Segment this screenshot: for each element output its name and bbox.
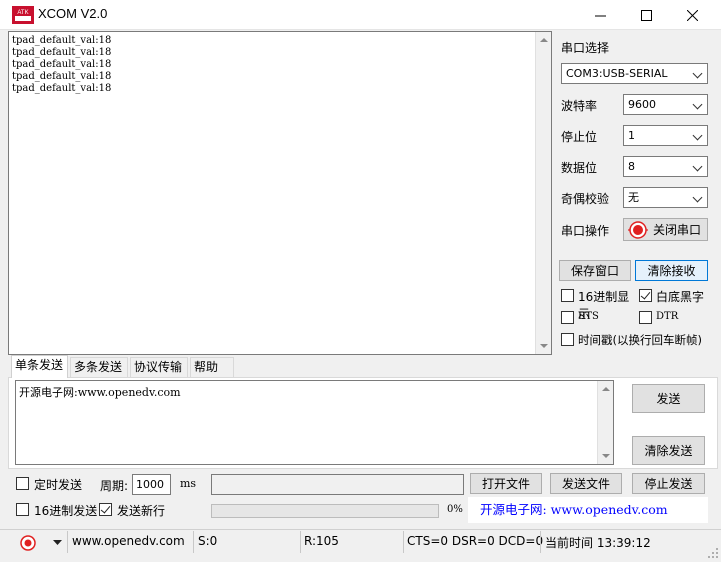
send-file-button[interactable]: 发送文件	[550, 473, 622, 494]
app-logo-icon: ATK	[12, 6, 34, 24]
tab-help[interactable]: 帮助	[190, 357, 234, 377]
period-unit: ms	[180, 477, 197, 490]
close-window-button[interactable]	[669, 0, 715, 30]
data-bits-value: 8	[628, 160, 635, 173]
resize-grip-icon[interactable]	[708, 548, 719, 559]
progress-text: 0%	[447, 504, 463, 515]
tab-protocol[interactable]: 协议传输	[130, 357, 188, 377]
timed-send-label: 定时发送	[34, 478, 83, 492]
timed-send-checkbox[interactable]: 定时发送	[16, 476, 88, 492]
scroll-up-icon[interactable]	[602, 387, 610, 391]
period-input[interactable]: 1000	[132, 474, 171, 495]
tab-single-send[interactable]: 单条发送	[11, 355, 68, 378]
send-button[interactable]: 发送	[632, 384, 705, 413]
scroll-down-icon[interactable]	[602, 454, 610, 458]
baud-select-value: 9600	[628, 98, 656, 111]
stop-bits-label: 停止位	[561, 130, 598, 144]
send-text: 开源电子网:www.openedv.com	[19, 386, 181, 399]
stop-bits-select[interactable]: 1	[623, 125, 708, 146]
port-select[interactable]: COM3:USB-SERIAL	[561, 63, 708, 84]
send-input[interactable]: 开源电子网:www.openedv.com	[15, 380, 614, 465]
parity-value: 无	[628, 191, 639, 204]
close-icon	[686, 9, 698, 21]
checkbox-box[interactable]	[561, 289, 574, 302]
checkbox-box[interactable]	[639, 311, 652, 324]
svg-text:ATK: ATK	[17, 10, 28, 16]
port-select-value: COM3:USB-SERIAL	[566, 67, 668, 80]
record-icon	[628, 220, 648, 239]
file-path-field[interactable]	[211, 474, 464, 495]
close-port-label: 关闭串口	[653, 223, 702, 237]
dtr-checkbox[interactable]: DTR	[639, 310, 699, 326]
status-url-link[interactable]: www.openedv.com	[72, 534, 185, 548]
checkbox-box-checked[interactable]	[639, 289, 652, 302]
status-separator	[193, 531, 194, 553]
tab-multi-send[interactable]: 多条发送	[70, 357, 128, 377]
clear-send-button[interactable]: 清除发送	[632, 436, 705, 465]
settings-icon[interactable]	[18, 533, 38, 553]
white-bg-label: 白底黑字	[656, 290, 705, 304]
minimize-button[interactable]	[577, 0, 623, 30]
checkbox-box[interactable]	[16, 477, 29, 490]
status-time: 当前时间 13:39:12	[545, 536, 651, 550]
chevron-down-icon	[692, 68, 703, 79]
send-newline-label: 发送新行	[117, 504, 166, 518]
checkbox-box[interactable]	[561, 311, 574, 324]
white-bg-checkbox[interactable]: 白底黑字	[639, 288, 711, 304]
chevron-down-icon	[692, 161, 703, 172]
scroll-down-icon[interactable]	[540, 344, 548, 348]
status-separator	[67, 531, 68, 553]
rts-label: RTS	[578, 311, 599, 322]
receive-scrollbar[interactable]	[535, 32, 551, 354]
hex-send-checkbox[interactable]: 16进制发送	[16, 502, 98, 518]
checkbox-box[interactable]	[16, 503, 29, 516]
timestamp-checkbox[interactable]: 时间戳(以换行回车断帧)	[561, 332, 716, 348]
hex-display-checkbox[interactable]: 16进制显示	[561, 288, 641, 321]
port-label: 串口选择	[561, 41, 610, 55]
send-newline-checkbox[interactable]: 发送新行	[99, 502, 171, 518]
data-bits-select[interactable]: 8	[623, 156, 708, 177]
period-label: 周期:	[100, 479, 129, 493]
chevron-down-icon[interactable]	[53, 540, 62, 546]
parity-label: 奇偶校验	[561, 192, 610, 206]
checkbox-box[interactable]	[561, 333, 574, 346]
window-title: XCOM V2.0	[38, 6, 108, 21]
parity-select[interactable]: 无	[623, 187, 708, 208]
checkbox-box-checked[interactable]	[99, 503, 112, 516]
stop-send-button[interactable]: 停止发送	[632, 473, 705, 494]
scroll-up-icon[interactable]	[540, 38, 548, 42]
port-op-label: 串口操作	[561, 224, 610, 238]
send-scrollbar[interactable]	[597, 381, 613, 464]
chevron-down-icon	[692, 130, 703, 141]
open-file-button[interactable]: 打开文件	[470, 473, 542, 494]
openedv-banner-link[interactable]: 开源电子网: www.openedv.com	[468, 497, 708, 523]
status-separator	[540, 531, 541, 553]
close-port-button[interactable]: 关闭串口	[623, 218, 708, 241]
dtr-label: DTR	[656, 311, 679, 322]
minimize-icon	[594, 15, 606, 16]
receive-area[interactable]: tpad_default_val:18 tpad_default_val:18 …	[8, 31, 552, 355]
status-line-states: CTS=0 DSR=0 DCD=0	[407, 534, 544, 548]
stop-bits-value: 1	[628, 129, 635, 142]
maximize-button[interactable]	[623, 0, 669, 30]
send-progress-bar	[211, 504, 439, 518]
clear-receive-button[interactable]: 清除接收	[635, 260, 708, 281]
data-bits-label: 数据位	[561, 161, 598, 175]
receive-text: tpad_default_val:18 tpad_default_val:18 …	[12, 35, 112, 94]
baud-select[interactable]: 9600	[623, 94, 708, 115]
status-sent-count: S:0	[198, 534, 218, 548]
timestamp-label: 时间戳(以换行回车断帧)	[578, 333, 702, 347]
rts-checkbox[interactable]: RTS	[561, 310, 621, 326]
status-separator	[300, 531, 301, 553]
hex-send-label: 16进制发送	[34, 504, 98, 518]
save-window-button[interactable]: 保存窗口	[559, 260, 631, 281]
baud-label: 波特率	[561, 99, 598, 113]
chevron-down-icon	[692, 192, 703, 203]
status-received-count: R:105	[304, 534, 339, 548]
status-separator	[403, 531, 404, 553]
maximize-icon	[640, 9, 652, 21]
chevron-down-icon	[692, 99, 703, 110]
